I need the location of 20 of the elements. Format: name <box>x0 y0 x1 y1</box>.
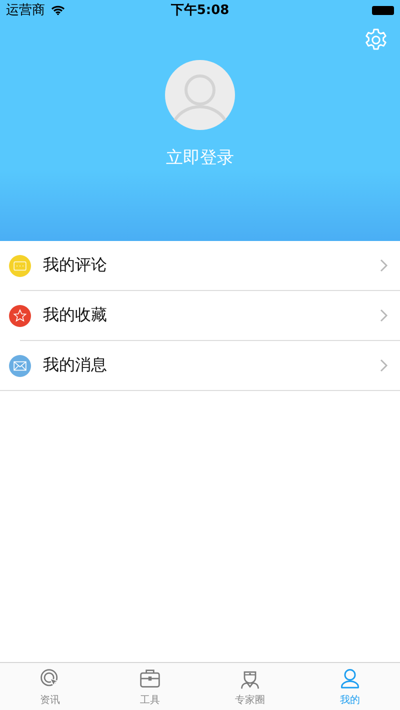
login-link[interactable]: 立即登录 <box>166 146 234 169</box>
status-time: 下午5:08 <box>170 2 230 19</box>
menu-item[interactable]: 我的评论 <box>0 241 400 290</box>
news-icon <box>39 666 61 690</box>
tab[interactable]: 我的 <box>300 663 400 710</box>
menu-item[interactable]: 我的收藏 <box>0 291 400 340</box>
tab[interactable]: 资讯 <box>0 663 100 710</box>
me-icon <box>339 666 361 690</box>
chevron-icon <box>380 309 388 322</box>
tab[interactable]: 工具 <box>100 663 200 710</box>
chevron-icon <box>380 259 388 272</box>
tab[interactable]: 专家圈 <box>200 663 300 710</box>
tools-icon <box>139 666 161 690</box>
wifi-icon <box>51 5 65 15</box>
chevron-icon <box>380 359 388 372</box>
battery-icon <box>372 6 394 14</box>
settings-icon[interactable] <box>364 28 388 52</box>
carrier-name: 运营商 <box>6 2 45 19</box>
menu-item[interactable]: 我的消息 <box>0 341 400 390</box>
avatar-icon[interactable] <box>165 60 235 130</box>
